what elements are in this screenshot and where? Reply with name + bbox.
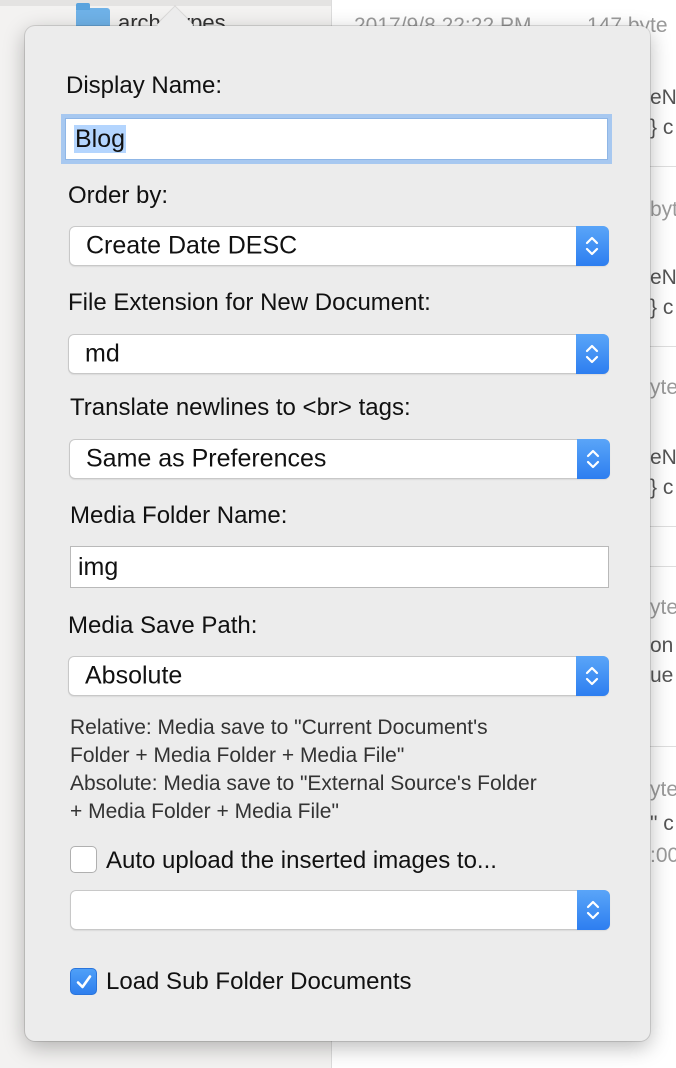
list-fragment: eN xyxy=(650,86,676,109)
list-fragment: byt xyxy=(650,198,676,221)
list-fragment: } c xyxy=(650,476,674,499)
order-by-value: Create Date DESC xyxy=(86,231,298,260)
order-by-label: Order by: xyxy=(68,182,169,209)
display-name-field[interactable]: Blog xyxy=(65,118,608,160)
upload-service-select[interactable] xyxy=(70,890,610,930)
media-folder-name-value: img xyxy=(78,553,119,581)
sidebar-selected-row xyxy=(0,0,331,6)
list-fragment: :00 xyxy=(650,844,676,867)
media-folder-name-field[interactable]: img xyxy=(70,546,609,588)
list-fragment: yte xyxy=(650,778,676,801)
translate-newlines-label: Translate newlines to <br> tags: xyxy=(70,394,411,421)
media-save-path-select[interactable]: Absolute xyxy=(68,656,609,696)
file-extension-select[interactable]: md xyxy=(68,334,609,374)
help-line: Absolute: Media save to "External Source… xyxy=(70,772,537,795)
list-fragment: } c xyxy=(650,296,674,319)
media-save-path-label: Media Save Path: xyxy=(68,612,258,639)
translate-newlines-value: Same as Preferences xyxy=(86,444,327,473)
load-sub-folder-checkbox[interactable] xyxy=(70,968,97,995)
media-save-path-help: Relative: Media save to "Current Documen… xyxy=(70,714,630,826)
stepper-icon xyxy=(577,439,610,479)
display-name-value: Blog xyxy=(74,125,127,153)
translate-newlines-select[interactable]: Same as Preferences xyxy=(69,439,610,479)
order-by-select[interactable]: Create Date DESC xyxy=(69,226,609,266)
stepper-icon xyxy=(576,656,609,696)
stepper-icon xyxy=(576,334,609,374)
list-fragment: eN xyxy=(650,266,676,289)
list-fragment: eN xyxy=(650,446,676,469)
list-fragment: ytes xyxy=(650,596,676,619)
media-save-path-value: Absolute xyxy=(85,661,183,690)
list-fragment: " c xyxy=(650,812,674,835)
list-fragment: ytes xyxy=(650,376,676,399)
file-extension-label: File Extension for New Document: xyxy=(68,289,431,316)
help-line: Relative: Media save to "Current Documen… xyxy=(70,716,488,739)
file-extension-value: md xyxy=(85,339,120,368)
source-settings-popover: Display Name: Blog Order by: Create Date… xyxy=(25,6,650,1041)
help-line: Folder + Media Folder + Media File" xyxy=(70,744,405,767)
auto-upload-label[interactable]: Auto upload the inserted images to... xyxy=(106,847,497,875)
auto-upload-checkbox[interactable] xyxy=(70,846,97,873)
list-fragment: on xyxy=(650,634,674,657)
help-line: + Media Folder + Media File" xyxy=(70,800,339,823)
list-fragment: } c xyxy=(650,116,674,139)
checkmark-icon xyxy=(76,975,92,989)
media-folder-name-label: Media Folder Name: xyxy=(70,502,288,529)
stepper-icon xyxy=(576,226,609,266)
load-sub-folder-label[interactable]: Load Sub Folder Documents xyxy=(106,968,412,996)
display-name-label: Display Name: xyxy=(66,72,223,99)
list-fragment: ue xyxy=(650,664,674,687)
stepper-icon xyxy=(577,890,610,930)
